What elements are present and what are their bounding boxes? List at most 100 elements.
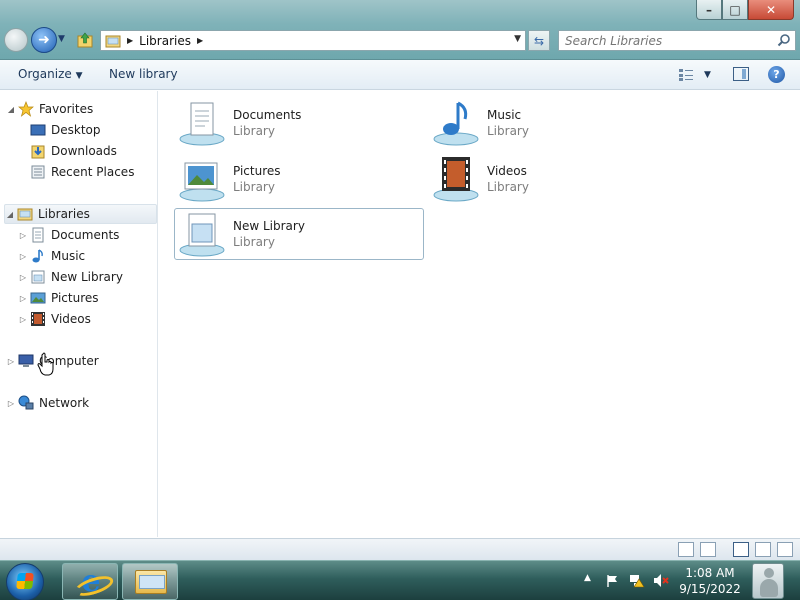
nav-item-pictures[interactable]: ▷ Pictures [18,288,99,308]
internet-explorer-icon: e [76,567,106,597]
windows-explorer-icon [135,570,167,594]
system-clock[interactable]: 1:08 AM 9/15/2022 [675,565,745,597]
network-status-icon[interactable] [629,573,645,588]
organize-button[interactable]: Organize ▼ [18,67,83,81]
nav-label: Favorites [39,102,94,116]
clock-time: 1:08 AM [685,566,735,580]
library-type: Library [233,124,275,138]
documents-library-icon [179,102,225,146]
nav-item-downloads[interactable]: Downloads [28,141,117,161]
preview-pane-icon[interactable] [733,67,749,81]
library-tile-documents[interactable]: Documents Library [174,97,424,149]
minimize-button[interactable]: – [696,0,722,20]
documents-icon [32,227,44,243]
library-name: Music [487,108,522,122]
new-library-icon [31,270,45,284]
nav-label: Videos [51,312,91,326]
details-view-icon[interactable] [678,542,694,557]
user-avatar[interactable] [752,563,784,599]
expand-triangle-icon[interactable]: ▷ [18,231,28,240]
nav-label: Recent Places [51,165,135,179]
library-type: Library [487,124,529,138]
layout-split-icon[interactable] [755,542,771,557]
expand-triangle-icon[interactable]: ▷ [18,294,28,303]
nav-item-documents[interactable]: ▷ Documents [18,225,119,245]
library-tile-music[interactable]: Music Library [428,97,678,149]
search-icon[interactable] [777,33,791,47]
nav-favorites[interactable]: ◢ Favorites [6,99,93,119]
close-button[interactable]: ✕ [748,0,794,20]
window-controls: – □ ✕ [696,0,794,20]
change-view-button[interactable]: ▼ [678,67,712,83]
taskbar-windows-explorer[interactable] [122,563,178,600]
library-name: Videos [487,164,527,178]
action-center-flag-icon[interactable] [606,574,620,588]
content-pane: Documents Library Music Library Pictures… [160,91,800,537]
recent-pages-dropdown[interactable]: ▼ [58,34,65,44]
nav-item-recent-places[interactable]: Recent Places [28,162,134,182]
nav-label: Documents [51,228,120,242]
breadcrumb-arrow-icon[interactable]: ▶ [127,36,133,45]
expand-triangle-icon[interactable]: ◢ [6,105,16,114]
expand-triangle-icon[interactable]: ▷ [18,273,28,282]
videos-library-icon [433,157,479,202]
nav-label: Desktop [51,123,101,137]
nav-label: Libraries [38,207,90,221]
status-bar [0,538,800,560]
layout-preview-icon[interactable] [777,542,793,557]
library-type: Library [233,180,275,194]
maximize-button[interactable]: □ [722,0,748,20]
nav-libraries[interactable]: ◢ Libraries [4,204,157,224]
tiles-view-icon[interactable] [700,542,716,557]
music-note-icon [32,249,43,263]
library-tile-new-library[interactable]: New Library Library [174,208,424,260]
expand-triangle-icon[interactable]: ◢ [5,210,15,219]
taskbar: e ▲ 1:08 AM 9/15/2022 [0,560,800,600]
navigation-pane: ◢ Favorites Desktop Downloads Recent Pla… [0,91,158,537]
expand-triangle-icon[interactable]: ▷ [6,399,16,408]
star-icon [18,101,34,117]
library-tile-pictures[interactable]: Pictures Library [174,153,424,205]
explorer-window: – □ ✕ ➜ ▼ ▶ Libraries ▶ ▼ ⇆ Search Libra… [0,0,800,560]
volume-muted-icon[interactable] [653,573,669,588]
search-box[interactable] [558,30,796,51]
library-type: Library [487,180,529,194]
desktop-icon [30,124,46,136]
music-library-icon [433,101,479,146]
clock-date: 9/15/2022 [679,582,741,596]
breadcrumb-arrow-icon[interactable]: ▶ [197,36,203,45]
show-hidden-icons-button[interactable]: ▲ [584,573,591,583]
view-options-icon [679,69,693,81]
film-strip-icon [31,312,45,326]
forward-button[interactable]: ➜ [31,27,57,53]
breadcrumb-libraries[interactable]: Libraries [139,34,191,48]
address-dropdown-icon[interactable]: ▼ [514,34,521,44]
new-library-button[interactable]: New library [109,67,178,81]
start-button[interactable] [6,563,44,600]
new-library-icon [179,213,225,257]
nav-item-music[interactable]: ▷ Music [18,246,85,266]
nav-item-videos[interactable]: ▷ Videos [18,309,91,329]
nav-item-desktop[interactable]: Desktop [28,120,101,140]
expand-triangle-icon[interactable]: ▷ [18,252,28,261]
command-bar: Organize ▼ New library ▼ ? [0,60,800,90]
title-bar: – □ ✕ ➜ ▼ ▶ Libraries ▶ ▼ ⇆ [0,0,800,60]
up-folder-icon[interactable] [76,31,94,49]
expand-triangle-icon[interactable]: ▷ [6,357,16,366]
hand-cursor-icon [37,352,54,376]
expand-triangle-icon[interactable]: ▷ [18,315,28,324]
layout-full-icon[interactable] [733,542,749,557]
address-bar[interactable]: ▶ Libraries ▶ ▼ [100,30,526,51]
taskbar-internet-explorer[interactable]: e [62,563,118,600]
organize-label: Organize [18,67,72,81]
nav-label: Network [39,396,90,410]
help-icon[interactable]: ? [768,66,785,83]
library-tile-videos[interactable]: Videos Library [428,153,678,205]
chevron-down-icon: ▼ [704,70,711,80]
search-input[interactable] [559,31,764,50]
nav-network[interactable]: ▷ Network [6,393,89,413]
back-button[interactable] [4,28,28,52]
refresh-button[interactable]: ⇆ [528,30,550,51]
nav-item-new-library[interactable]: ▷ New Library [18,267,123,287]
library-name: Pictures [233,164,281,178]
